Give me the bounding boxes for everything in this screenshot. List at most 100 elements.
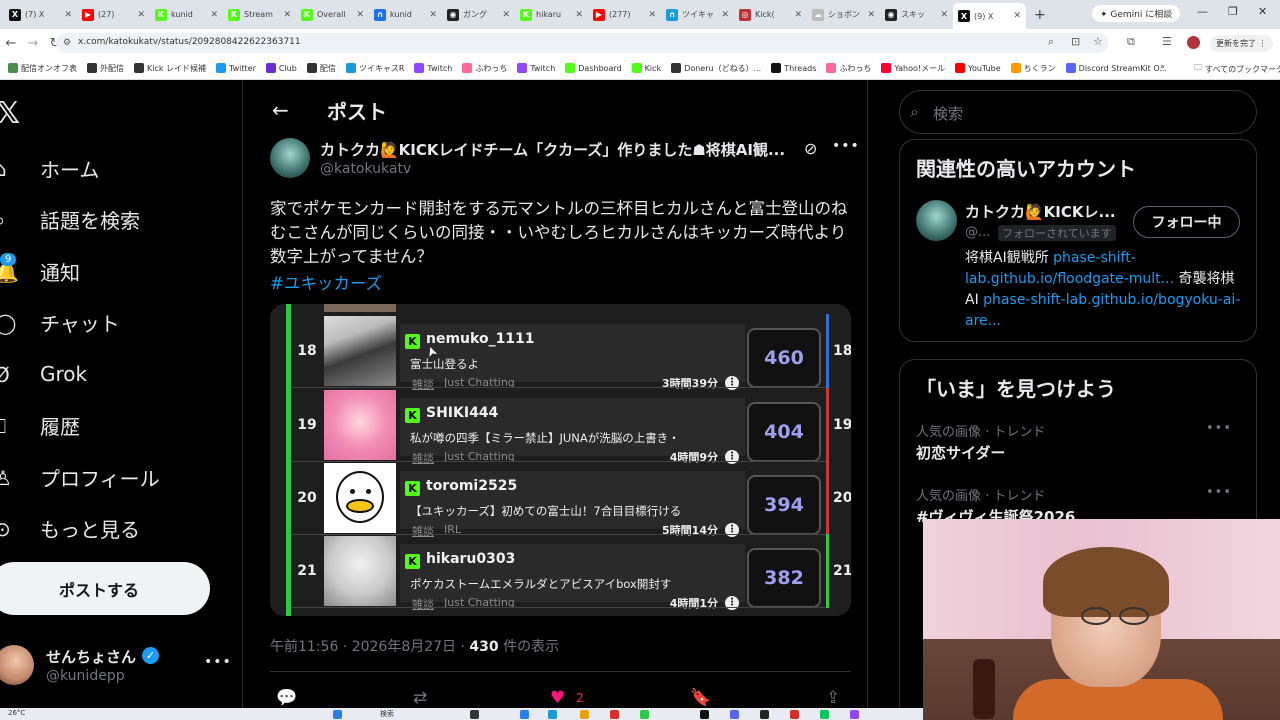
browser-tab[interactable]: ☁ ショボン ✕ bbox=[807, 4, 880, 26]
bookmark-item[interactable]: ふわっち bbox=[462, 63, 507, 74]
bookmark-item[interactable]: YouTube bbox=[955, 63, 1001, 73]
post-more-icon[interactable]: ••• bbox=[832, 138, 860, 154]
update-button[interactable]: 更新を完了 ⋮ bbox=[1210, 35, 1273, 52]
nav-item[interactable]: ⊙ もっと見る bbox=[0, 508, 200, 548]
grok-icon[interactable]: ⊘ bbox=[804, 139, 817, 158]
taskbar-app-icon[interactable] bbox=[700, 710, 709, 719]
browser-tab[interactable]: X (9) X ✕ bbox=[953, 3, 1026, 29]
nav-item[interactable]: ◯ チャット bbox=[0, 302, 200, 342]
tab-close-icon[interactable]: ✕ bbox=[794, 10, 802, 20]
tab-close-icon[interactable]: ✕ bbox=[940, 10, 948, 20]
browser-tab[interactable]: ∩ ツイキャ ✕ bbox=[661, 4, 734, 26]
related-account-name[interactable]: カトクカ🙋KICKレ... bbox=[965, 201, 1125, 222]
profile-avatar-icon[interactable] bbox=[1187, 36, 1200, 49]
post-timestamp[interactable]: 午前11:56 · 2026年8月27日 · bbox=[270, 639, 469, 655]
taskbar-app-icon[interactable] bbox=[580, 710, 589, 719]
all-bookmarks[interactable]: 🗀 すべてのブックマーク bbox=[1194, 62, 1280, 76]
bookmark-item[interactable]: Threads bbox=[771, 63, 816, 73]
post-button[interactable]: ポストする bbox=[0, 562, 210, 615]
forward-icon[interactable]: → bbox=[22, 36, 44, 51]
search-field[interactable]: ⌕ 検索 bbox=[899, 90, 1257, 134]
reply-icon[interactable]: 💬 bbox=[276, 688, 297, 708]
bookmark-item[interactable]: ツイキャスR bbox=[345, 63, 404, 74]
gemini-button[interactable]: ✦ Gemini に相談 bbox=[1092, 5, 1181, 22]
tab-close-icon[interactable]: ✕ bbox=[356, 10, 364, 20]
bookmark-icon[interactable]: 🔖 bbox=[690, 688, 711, 708]
url-bar[interactable]: x.com/katokukatv/status/2092808422622363… bbox=[56, 33, 1108, 53]
nav-item[interactable]: ♙ プロフィール bbox=[0, 457, 200, 497]
browser-tab[interactable]: ◉ ガング ✕ bbox=[442, 4, 515, 26]
streamer-name[interactable]: hikaru0303 bbox=[426, 551, 586, 567]
tab-close-icon[interactable]: ✕ bbox=[575, 10, 583, 20]
share-icon[interactable]: ⇪ bbox=[826, 688, 840, 708]
bookmark-item[interactable]: Twitch bbox=[517, 63, 555, 73]
tab-close-icon[interactable]: ✕ bbox=[64, 10, 72, 20]
bookmarks-overflow-icon[interactable]: » bbox=[1160, 62, 1165, 71]
back-icon[interactable]: ← bbox=[0, 36, 22, 51]
bookmark-item[interactable]: Discord StreamKit O... bbox=[1065, 63, 1167, 73]
author-name[interactable]: カトクカ🙋KICKレイドチーム「クカーズ」作りました☗将棋AI観... bbox=[320, 139, 796, 160]
nav-item[interactable]: 🔔 9 通知 bbox=[0, 251, 200, 291]
bookmark-item[interactable]: Kick レイド候補 bbox=[134, 63, 206, 74]
bookmark-item[interactable]: 配信オンオフ表 bbox=[8, 63, 77, 74]
like-icon[interactable]: ♥ bbox=[550, 688, 565, 708]
extensions-icon[interactable]: ⧉ bbox=[1127, 35, 1135, 49]
browser-tab[interactable]: Khikaru ✕ bbox=[515, 4, 588, 26]
new-tab-icon[interactable]: + bbox=[1034, 7, 1046, 23]
author-handle[interactable]: @katokukatv bbox=[320, 161, 411, 177]
trend-more-icon[interactable]: ••• bbox=[1206, 485, 1232, 500]
taskbar-app-icon[interactable] bbox=[610, 710, 619, 719]
bookmark-item[interactable]: Kick bbox=[631, 63, 661, 73]
back-arrow-icon[interactable]: ← bbox=[272, 98, 289, 122]
trend-item[interactable]: 人気の画像 · トレンド 初恋サイダー ••• bbox=[916, 421, 1246, 463]
bookmark-item[interactable]: Club bbox=[265, 63, 297, 73]
taskbar-app-icon[interactable] bbox=[760, 710, 769, 719]
browser-tab[interactable]: X (7) X ✕ bbox=[4, 4, 77, 26]
sidebar-icon[interactable]: ☰ bbox=[1162, 35, 1172, 48]
browser-tab[interactable]: ◉ スキッ ✕ bbox=[880, 4, 953, 26]
taskbar-search[interactable]: 検索 bbox=[380, 709, 394, 719]
trend-more-icon[interactable]: ••• bbox=[1206, 421, 1232, 436]
tab-close-icon[interactable]: ✕ bbox=[648, 10, 656, 20]
post-image[interactable]: 18 Knemuko_1111 富士山登るよ 雑談 Just Chatting 3時間39… bbox=[270, 304, 851, 616]
nav-item[interactable]: ⎕ 履歴 bbox=[0, 405, 200, 445]
streamer-name[interactable]: SHIKI444 bbox=[426, 405, 586, 421]
minimize-icon[interactable]: — bbox=[1197, 5, 1208, 18]
bookmark-item[interactable]: Doneru（どねる）... bbox=[671, 63, 761, 74]
taskbar-app-icon[interactable] bbox=[640, 710, 649, 719]
bookmark-item[interactable]: Twitch bbox=[414, 63, 452, 73]
account-more-icon[interactable]: ••• bbox=[204, 654, 232, 670]
taskbar-app-icon[interactable] bbox=[730, 710, 739, 719]
bookmark-item[interactable]: Yahoo!メール bbox=[881, 63, 945, 74]
bookmark-item[interactable]: 外配信 bbox=[87, 63, 124, 74]
account-switcher[interactable]: せんちょさん ✓ @kunidepp ••• bbox=[0, 644, 232, 690]
bookmark-item[interactable]: ふわっち bbox=[826, 63, 871, 74]
site-info-icon[interactable]: ⚙ bbox=[63, 38, 71, 48]
tab-close-icon[interactable]: ✕ bbox=[283, 10, 291, 20]
nav-item[interactable]: ⌕ 話題を検索 bbox=[0, 199, 200, 239]
browser-tab[interactable]: K Overall ✕ bbox=[296, 4, 369, 26]
maximize-icon[interactable]: ❐ bbox=[1228, 5, 1238, 18]
tab-close-icon[interactable]: ✕ bbox=[210, 10, 218, 20]
browser-tab[interactable]: ▶ (277) ✕ bbox=[588, 4, 661, 26]
related-avatar[interactable] bbox=[916, 200, 957, 241]
streamer-name[interactable]: toromi2525 bbox=[426, 478, 586, 494]
bookmark-item[interactable]: 配信 bbox=[306, 63, 336, 74]
browser-tab[interactable]: K Stream ✕ bbox=[223, 4, 296, 26]
taskbar-app-icon[interactable] bbox=[520, 710, 529, 719]
bookmark-item[interactable]: Twitter bbox=[216, 63, 256, 73]
following-button[interactable]: フォロー中 bbox=[1133, 206, 1240, 238]
taskbar-app-icon[interactable] bbox=[820, 710, 829, 719]
tab-close-icon[interactable]: ✕ bbox=[721, 10, 729, 20]
tab-close-icon[interactable]: ✕ bbox=[429, 10, 437, 20]
related-account-handle[interactable]: @... bbox=[965, 225, 990, 240]
tab-close-icon[interactable]: ✕ bbox=[137, 10, 145, 20]
browser-tab[interactable]: ◎ Kick(✕ bbox=[734, 4, 807, 26]
taskbar-app-icon[interactable] bbox=[470, 710, 479, 719]
nav-item[interactable]: ⌂ ホーム bbox=[0, 148, 200, 188]
install-icon[interactable]: ⊡ bbox=[1071, 35, 1080, 48]
repost-icon[interactable]: ⇄ bbox=[413, 688, 427, 708]
browser-tab[interactable]: ∩ kunid ✕ bbox=[369, 4, 442, 26]
star-icon[interactable]: ☆ bbox=[1093, 35, 1103, 48]
taskbar-app-icon[interactable] bbox=[850, 710, 859, 719]
